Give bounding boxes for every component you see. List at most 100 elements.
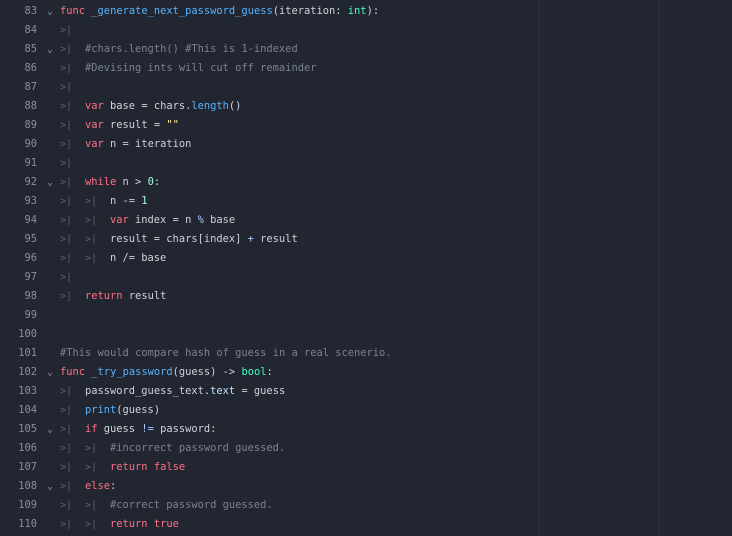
code-token: var [85,138,104,150]
code-text: return true [110,515,179,534]
code-text: var n = iteration [85,135,191,154]
code-token: var [85,100,104,112]
code-token: result [122,290,167,302]
code-token: while [85,176,117,188]
code-line[interactable]: 98 >| return result [0,287,732,306]
tab-indent-icon: >| [60,120,73,131]
tab-indent-icon: >| [60,196,73,207]
code-text: n /= base [110,249,166,268]
code-line[interactable]: 105 ⌄ >| if guess != password: [0,420,732,439]
code-line[interactable]: 96 >| >| n /= base [0,249,732,268]
code-text: var base = chars.length() [85,97,241,116]
line-number: 86 [24,62,37,74]
tab-indent-icon: >| [85,253,98,264]
code-line[interactable]: 83 ⌄ func _generate_next_password_guess(it… [0,2,732,21]
code-text: else: [85,477,116,496]
code-editor[interactable]: 83 ⌄ func _generate_next_password_guess(it… [0,0,732,536]
chevron-down-icon[interactable]: ⌄ [43,477,57,496]
line-number: 106 [18,442,37,454]
code-line[interactable]: 91 >| [0,154,732,173]
code-text: func _generate_next_password_guess(itera… [60,2,379,21]
code-token: text [210,385,236,397]
code-text: #incorrect password guessed. [110,439,285,458]
code-text: #correct password guessed. [110,496,273,515]
line-number: 93 [24,195,37,207]
chevron-down-icon[interactable]: ⌄ [43,40,57,59]
line-number: 94 [24,214,37,226]
tab-indent-icon: >| [60,405,73,416]
tab-indent-icon: >| [60,424,73,435]
line-number: 99 [24,309,37,321]
code-line[interactable]: 97 >| [0,268,732,287]
code-token: password: [153,423,217,435]
code-token: func [60,366,86,378]
code-token: return [110,461,148,473]
tab-indent-icon: >| [85,462,98,473]
chevron-down-icon[interactable]: ⌄ [43,2,57,21]
code-token: index = n [128,214,198,226]
code-text: var result = "" [85,116,179,135]
line-number: 101 [18,347,37,359]
tab-indent-icon: >| [85,443,98,454]
code-token: _try_password [91,366,173,378]
code-token: false [153,461,186,473]
code-token: print [85,404,117,416]
code-line[interactable]: 100 [0,325,732,344]
code-line[interactable]: 90 >| var n = iteration [0,135,732,154]
code-text: return false [110,458,185,477]
line-number: 109 [18,499,37,511]
code-line[interactable]: 95 >| >| result = chars[index] + result [0,230,732,249]
code-line[interactable]: 93 >| >| n -= 1 [0,192,732,211]
chevron-down-icon[interactable]: ⌄ [43,420,57,439]
code-line[interactable]: 94 >| >| var index = n % base [0,211,732,230]
code-line[interactable]: 104 >| print(guess) [0,401,732,420]
chevron-down-icon[interactable]: ⌄ [43,363,57,382]
tab-indent-icon: >| [60,462,73,473]
code-token: (guess) -> [172,366,242,378]
code-line[interactable]: 92 ⌄ >| while n > 0: [0,173,732,192]
code-line[interactable]: 87 >| [0,78,732,97]
code-token: #correct password guessed. [110,499,273,511]
code-token: n /= base [110,252,167,264]
line-number: 83 [24,5,37,17]
code-text: var index = n % base [110,211,235,230]
tab-indent-icon: >| [85,500,98,511]
code-token: ): [366,5,380,17]
line-number: 105 [18,423,37,435]
code-line[interactable]: 109 >| >| #correct password guessed. [0,496,732,515]
code-line[interactable]: 89 >| var result = "" [0,116,732,135]
code-text: func _try_password(guess) -> bool: [60,363,273,382]
code-token: var [110,214,129,226]
code-line[interactable]: 84 >| [0,21,732,40]
code-line[interactable]: 85 ⌄ >| #chars.length() #This is 1-indexed [0,40,732,59]
tab-indent-icon: >| [60,139,73,150]
code-line[interactable]: 107 >| >| return false [0,458,732,477]
code-token: true [153,518,179,530]
code-line[interactable]: 99 [0,306,732,325]
tab-indent-icon: >| [60,500,73,511]
line-number: 90 [24,138,37,150]
code-token: n > [116,176,148,188]
line-number: 98 [24,290,37,302]
code-token: #This would compare hash of guess in a r… [60,347,392,359]
code-line[interactable]: 102 ⌄ func _try_password(guess) -> bool: [0,363,732,382]
chevron-down-icon[interactable]: ⌄ [43,173,57,192]
code-line[interactable]: 106 >| >| #incorrect password guessed. [0,439,732,458]
code-line[interactable]: 101 #This would compare hash of guess in … [0,344,732,363]
code-line[interactable]: 103 >| password_guess_text.text = guess [0,382,732,401]
code-text: while n > 0: [85,173,160,192]
code-text: return result [85,287,166,306]
code-token: _generate_next_password_guess [91,5,273,17]
code-token: "" [166,119,179,131]
tab-indent-icon: >| [60,386,73,397]
code-line[interactable]: 110 >| >| return true [0,515,732,534]
code-line[interactable]: 86 >| #Devising ints will cut off remainde… [0,59,732,78]
tab-indent-icon: >| [60,158,73,169]
code-line[interactable]: 108 ⌄ >| else: [0,477,732,496]
tab-indent-icon: >| [60,272,73,283]
code-token: #Devising ints will cut off remainder [85,62,317,74]
code-text: if guess != password: [85,420,216,439]
tab-indent-icon: >| [60,519,73,530]
tab-indent-icon: >| [60,177,73,188]
code-line[interactable]: 88 >| var base = chars.length() [0,97,732,116]
